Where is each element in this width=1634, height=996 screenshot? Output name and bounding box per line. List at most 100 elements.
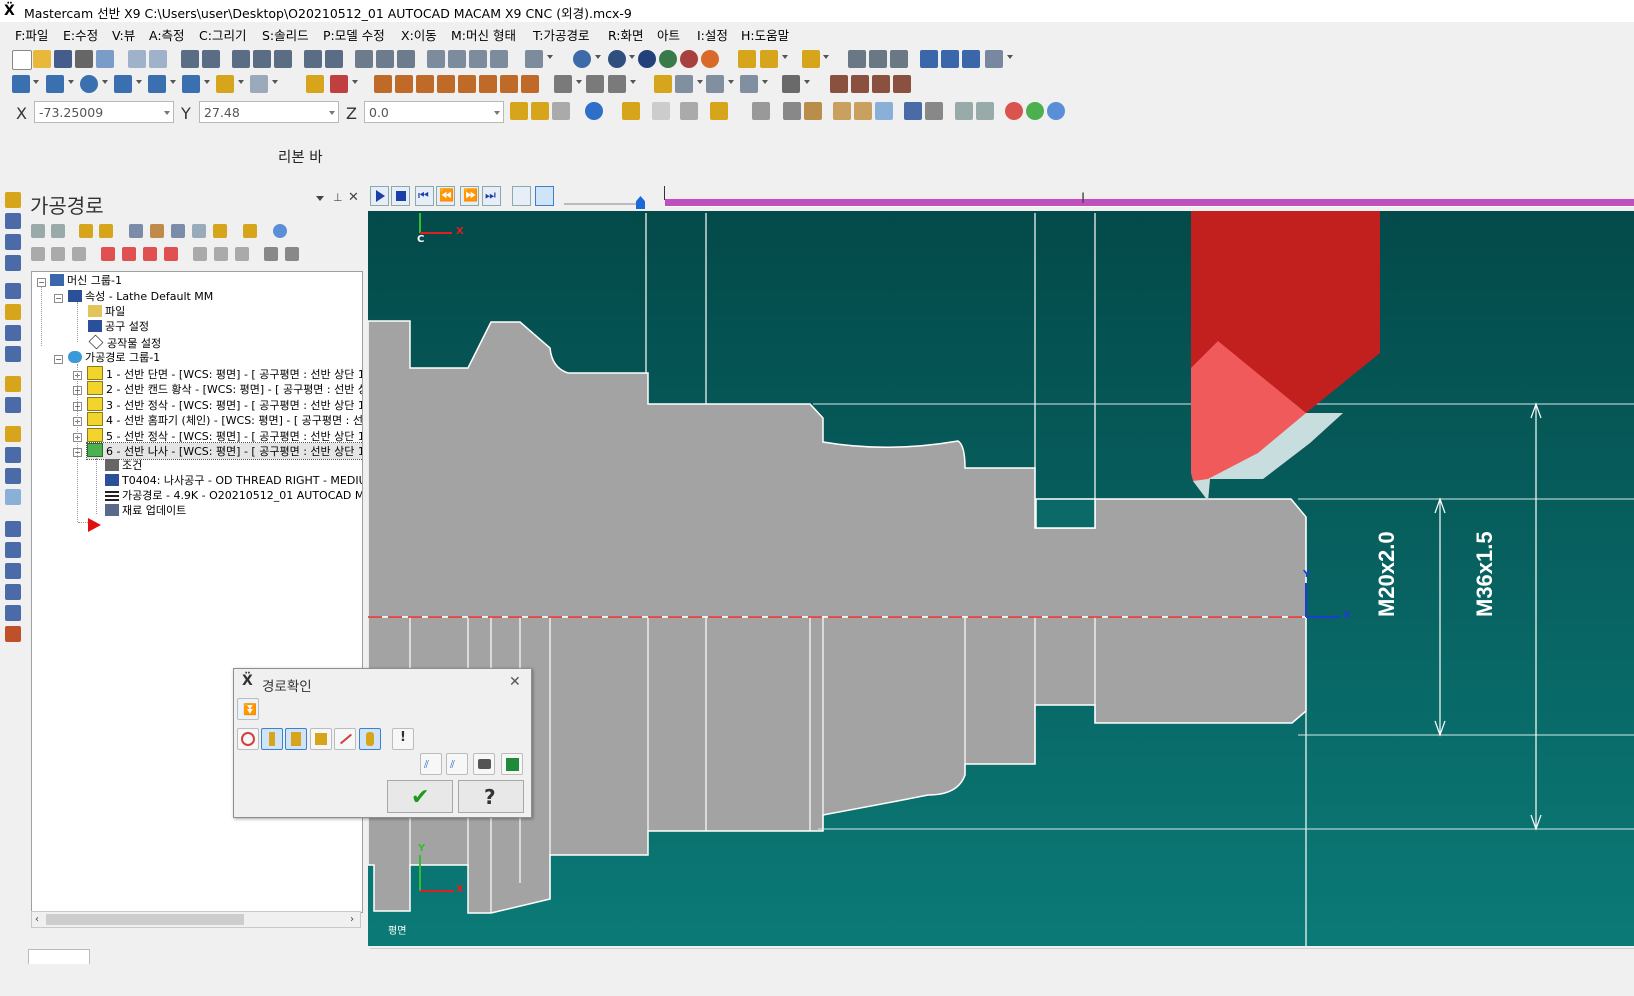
menu-create[interactable]: C:그리기	[199, 25, 246, 44]
tree-op-4[interactable]: 4 - 선반 홈파기 (체인) - [WCS: 평면] - [ 공구평면 : 선…	[87, 412, 362, 428]
solid-back-icon[interactable]	[875, 102, 893, 120]
strip-tool-icon-20[interactable]	[5, 626, 21, 642]
chevron-down-icon[interactable]	[170, 80, 176, 84]
strip-tool-icon-1[interactable]	[5, 192, 21, 208]
skip-end-button[interactable]: ⏭	[482, 186, 501, 206]
strip-tool-icon-4[interactable]	[5, 255, 21, 271]
layers-icon[interactable]	[941, 50, 959, 68]
tree-toolpath-group[interactable]: 가공경로 그룹-1	[68, 351, 160, 365]
x-coordinate-input[interactable]: -73.25009	[34, 101, 174, 123]
strip-tool-icon-11[interactable]	[5, 426, 21, 442]
scrollbar-thumb[interactable]	[46, 914, 244, 925]
display-rapid-toggle[interactable]	[310, 728, 332, 750]
strip-tool-icon-3[interactable]	[5, 234, 21, 250]
select-polygon-icon[interactable]	[680, 102, 698, 120]
tree-op-2[interactable]: 2 - 선반 캔드 황삭 - [WCS: 평면] - [ 공구평면 : 선반 상…	[87, 381, 362, 397]
front-view-icon[interactable]	[448, 50, 466, 68]
fit-screen-icon[interactable]	[181, 50, 199, 68]
verify-select-icon[interactable]	[904, 102, 922, 120]
select-all-icon[interactable]	[955, 102, 973, 120]
iso-view-icon[interactable]	[490, 50, 508, 68]
tree-parameters[interactable]: 조건	[105, 459, 142, 473]
step-forward-button[interactable]: ⏩	[460, 186, 479, 206]
move-down-icon[interactable]	[101, 247, 115, 261]
solid-face-icon[interactable]	[833, 102, 851, 120]
pin-icon[interactable]: ⊥	[333, 191, 343, 204]
xform-drag-icon[interactable]	[479, 75, 497, 93]
analyze-distance-icon[interactable]	[890, 50, 908, 68]
y-coordinate-input[interactable]: 27.48	[199, 101, 339, 123]
collapse-toggle[interactable]: −	[54, 294, 63, 303]
trace-mode-button[interactable]	[512, 186, 531, 206]
help-button[interactable]: ?	[458, 780, 524, 813]
chevron-down-icon[interactable]	[762, 80, 768, 84]
rewind-start-button[interactable]: ⏮	[415, 186, 434, 206]
strip-tool-icon-18[interactable]	[5, 584, 21, 600]
lathe-chuck-icon[interactable]	[851, 75, 869, 93]
menu-help[interactable]: H:도움말	[741, 25, 789, 44]
menu-solids[interactable]: S:솔리드	[262, 25, 309, 44]
solid-body-icon[interactable]	[854, 102, 872, 120]
side-view-icon[interactable]	[469, 50, 487, 68]
chevron-down-icon[interactable]	[33, 80, 39, 84]
menu-toolpaths[interactable]: T:가공경로	[533, 25, 589, 44]
info-button[interactable]: !	[392, 728, 414, 750]
zoom-prev-icon[interactable]	[253, 50, 271, 68]
shading-icon[interactable]	[608, 50, 626, 68]
high-feed-icon[interactable]	[243, 224, 257, 238]
z-coordinate-input[interactable]: 0.0	[364, 101, 504, 123]
fast-point-icon[interactable]	[531, 102, 549, 120]
print-icon[interactable]	[75, 50, 93, 68]
chevron-down-icon[interactable]	[804, 80, 810, 84]
chevron-down-icon[interactable]	[595, 55, 601, 59]
display-tool-button[interactable]	[535, 186, 554, 206]
menu-analyze[interactable]: A:측정	[149, 25, 185, 44]
wireframe-icon[interactable]	[573, 50, 591, 68]
chevron-down-icon[interactable]	[204, 80, 210, 84]
lathe-stock-icon[interactable]	[830, 75, 848, 93]
strip-tool-icon-14[interactable]	[5, 489, 21, 505]
translucent-icon[interactable]	[659, 50, 677, 68]
attributes-icon[interactable]	[802, 50, 820, 68]
toggle-color-button[interactable]	[237, 728, 259, 750]
settings-icon[interactable]	[285, 247, 299, 261]
show-all-icon[interactable]	[214, 247, 228, 261]
expand-collapse-icon[interactable]	[164, 247, 178, 261]
save-all-geometry-button[interactable]: ⫽	[446, 753, 468, 775]
xform-translate-icon[interactable]	[374, 75, 392, 93]
chevron-down-icon[interactable]	[164, 111, 170, 115]
strip-tool-icon-12[interactable]	[5, 447, 21, 463]
chevron-down-icon[interactable]	[697, 80, 703, 84]
menu-art[interactable]: 아트	[657, 25, 680, 44]
tree-horizontal-scrollbar[interactable]: ‹ ›	[31, 911, 361, 928]
strip-tool-icon-5[interactable]	[5, 283, 21, 299]
edit-icon[interactable]	[235, 247, 249, 261]
strip-tool-icon-16[interactable]	[5, 542, 21, 558]
show-selected-icon[interactable]	[193, 247, 207, 261]
tree-machine-group[interactable]: 머신 그룹-1	[50, 274, 122, 288]
autocursor-icon[interactable]	[510, 102, 528, 120]
stop-icon[interactable]	[1005, 102, 1023, 120]
panel-help-icon[interactable]	[273, 224, 287, 238]
strip-tool-icon-17[interactable]	[5, 563, 21, 579]
timeline-position-marker[interactable]: I	[1081, 191, 1085, 207]
coord-help-icon[interactable]	[585, 102, 603, 120]
collapse-toggle[interactable]: −	[54, 355, 63, 364]
zoom-in-icon[interactable]	[325, 50, 343, 68]
display-holder-toggle[interactable]	[285, 728, 307, 750]
chevron-down-icon[interactable]	[547, 55, 553, 59]
insert-arrow-icon[interactable]	[88, 518, 101, 532]
tree-stock-settings[interactable]: 공작물 설정	[88, 334, 161, 351]
regenerate-dirty-icon[interactable]	[99, 224, 113, 238]
scroll-right-icon[interactable]: ›	[350, 914, 354, 925]
settings-config-icon[interactable]	[920, 50, 938, 68]
surface-icon[interactable]	[216, 75, 234, 93]
expand-dialog-button[interactable]: ⏬	[237, 698, 259, 720]
chevron-down-icon[interactable]	[272, 80, 278, 84]
close-panel-icon[interactable]: ✕	[348, 190, 359, 205]
toggle-display-icon[interactable]	[51, 247, 65, 261]
spline-icon[interactable]	[182, 75, 200, 93]
quick-verify-toggle[interactable]	[359, 728, 381, 750]
simulate-icon[interactable]	[171, 224, 185, 238]
chevron-down-icon[interactable]	[352, 80, 358, 84]
